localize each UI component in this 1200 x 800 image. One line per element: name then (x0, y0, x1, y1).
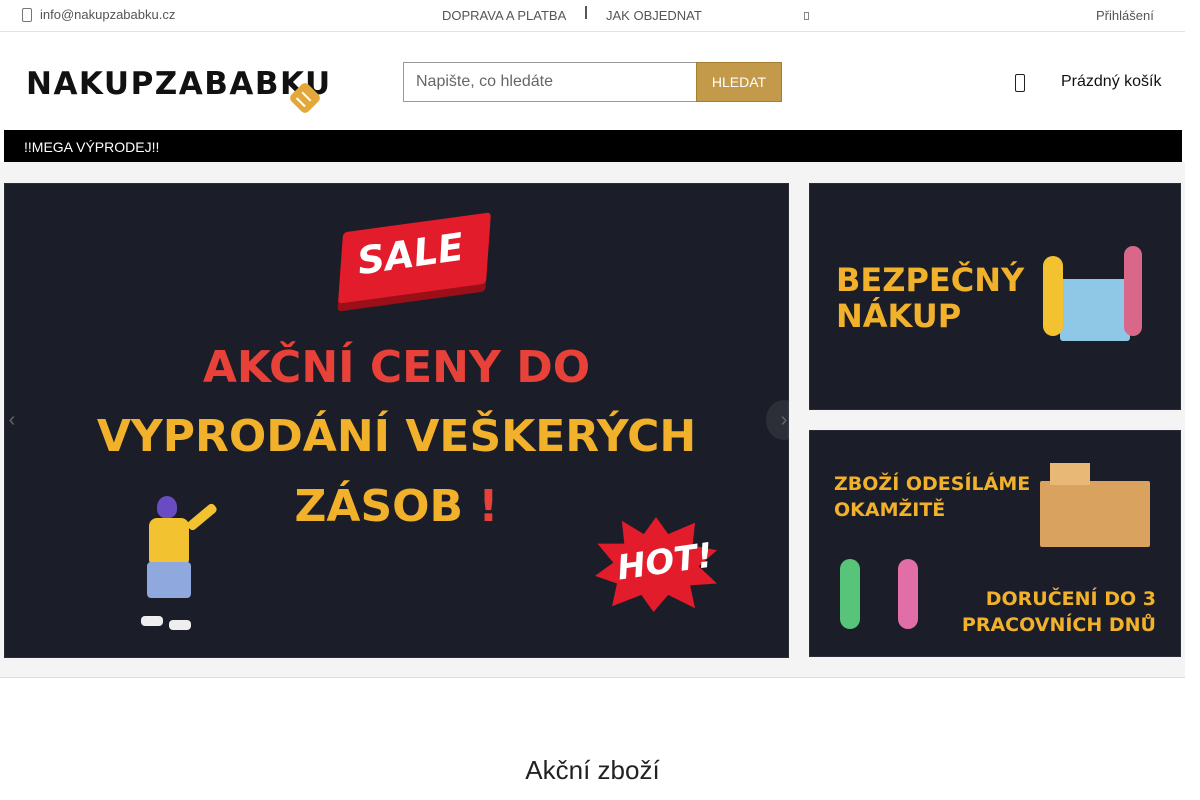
cart-icon[interactable] (1015, 74, 1025, 92)
nav-separator (585, 6, 587, 19)
hero-headline-3-text: ZÁSOB (294, 481, 464, 532)
recipient-illustration (898, 559, 918, 629)
person-body (149, 518, 189, 564)
main-menu: !!MEGA VÝPRODEJ!! (4, 130, 1182, 162)
courier-illustration (840, 559, 860, 629)
side-banner-2-bottom: DORUČENÍ DO 3 PRACOVNÍCH DNŮ (962, 586, 1156, 638)
side-banner-2-bottom-line2: PRACOVNÍCH DNŮ (961, 614, 1156, 636)
email-text[interactable]: info@nakupzababku.cz (40, 7, 175, 22)
person-shoe (141, 616, 163, 626)
side-banner-2-top-line2: OKAMŽITĚ (834, 499, 946, 521)
search-input[interactable] (403, 62, 697, 102)
hero-headline-1: AKČNÍ CENY DO (202, 342, 591, 393)
menu-item-mega-sale[interactable]: !!MEGA VÝPRODEJ!! (24, 139, 159, 155)
hero-slider[interactable]: SALE AKČNÍ CENY DO VYPRODÁNÍ VEŠKERÝCH Z… (4, 183, 789, 658)
email-link[interactable]: info@nakupzababku.cz (22, 7, 175, 22)
dropdown-icon[interactable] (804, 12, 809, 20)
nav-how-to-order[interactable]: JAK OBJEDNAT (606, 8, 702, 23)
top-bar: info@nakupzababku.cz DOPRAVA A PLATBA JA… (0, 0, 1185, 32)
section-title: Akční zboží (525, 755, 660, 785)
person-illustration (135, 494, 225, 634)
person-head (157, 496, 177, 518)
side-banner-1-line2: NÁKUP (836, 297, 962, 335)
search-button[interactable]: HLEDAT (696, 62, 782, 102)
phone-icon (22, 7, 32, 22)
login-link[interactable]: Přihlášení (1096, 8, 1154, 23)
side-banner-2-bottom-line1: DORUČENÍ DO 3 (985, 588, 1156, 610)
site-logo[interactable]: NAKUPZABABKU (26, 66, 332, 102)
side-banner-2-top-line1: ZBOŽÍ ODESÍLÁME (834, 473, 1031, 495)
chevron-left-icon[interactable]: ‹ (0, 400, 30, 440)
side-banner-1-line1: BEZPEČNÝ (836, 261, 1025, 299)
cart-label[interactable]: Prázdný košík (1061, 73, 1161, 91)
side-banner-secure-shopping[interactable]: BEZPEČNÝ NÁKUP (809, 183, 1181, 410)
side-banner-shipping[interactable]: ZBOŽÍ ODESÍLÁME OKAMŽITĚ DORUČENÍ DO 3 P… (809, 430, 1181, 657)
person-arm (185, 502, 219, 532)
nav-shipping-payment[interactable]: DOPRAVA A PLATBA (442, 8, 566, 23)
person-legs (147, 562, 191, 598)
hero-headline-3: ZÁSOB ! (5, 481, 788, 532)
hero-headline-2: VYPRODÁNÍ VEŠKERÝCH (96, 411, 697, 462)
side-banner-1-title: BEZPEČNÝ NÁKUP (836, 262, 1024, 334)
side-banner-2-top: ZBOŽÍ ODESÍLÁME OKAMŽITĚ (834, 471, 1030, 523)
customer-illustration (1043, 256, 1063, 336)
chevron-right-icon[interactable]: › (766, 400, 802, 440)
hero-exclamation: ! (478, 481, 499, 532)
person-shoe (169, 620, 191, 630)
packages-illustration (1040, 463, 1150, 547)
shop-counter-illustration (1060, 279, 1130, 341)
cashier-illustration (1124, 246, 1142, 336)
